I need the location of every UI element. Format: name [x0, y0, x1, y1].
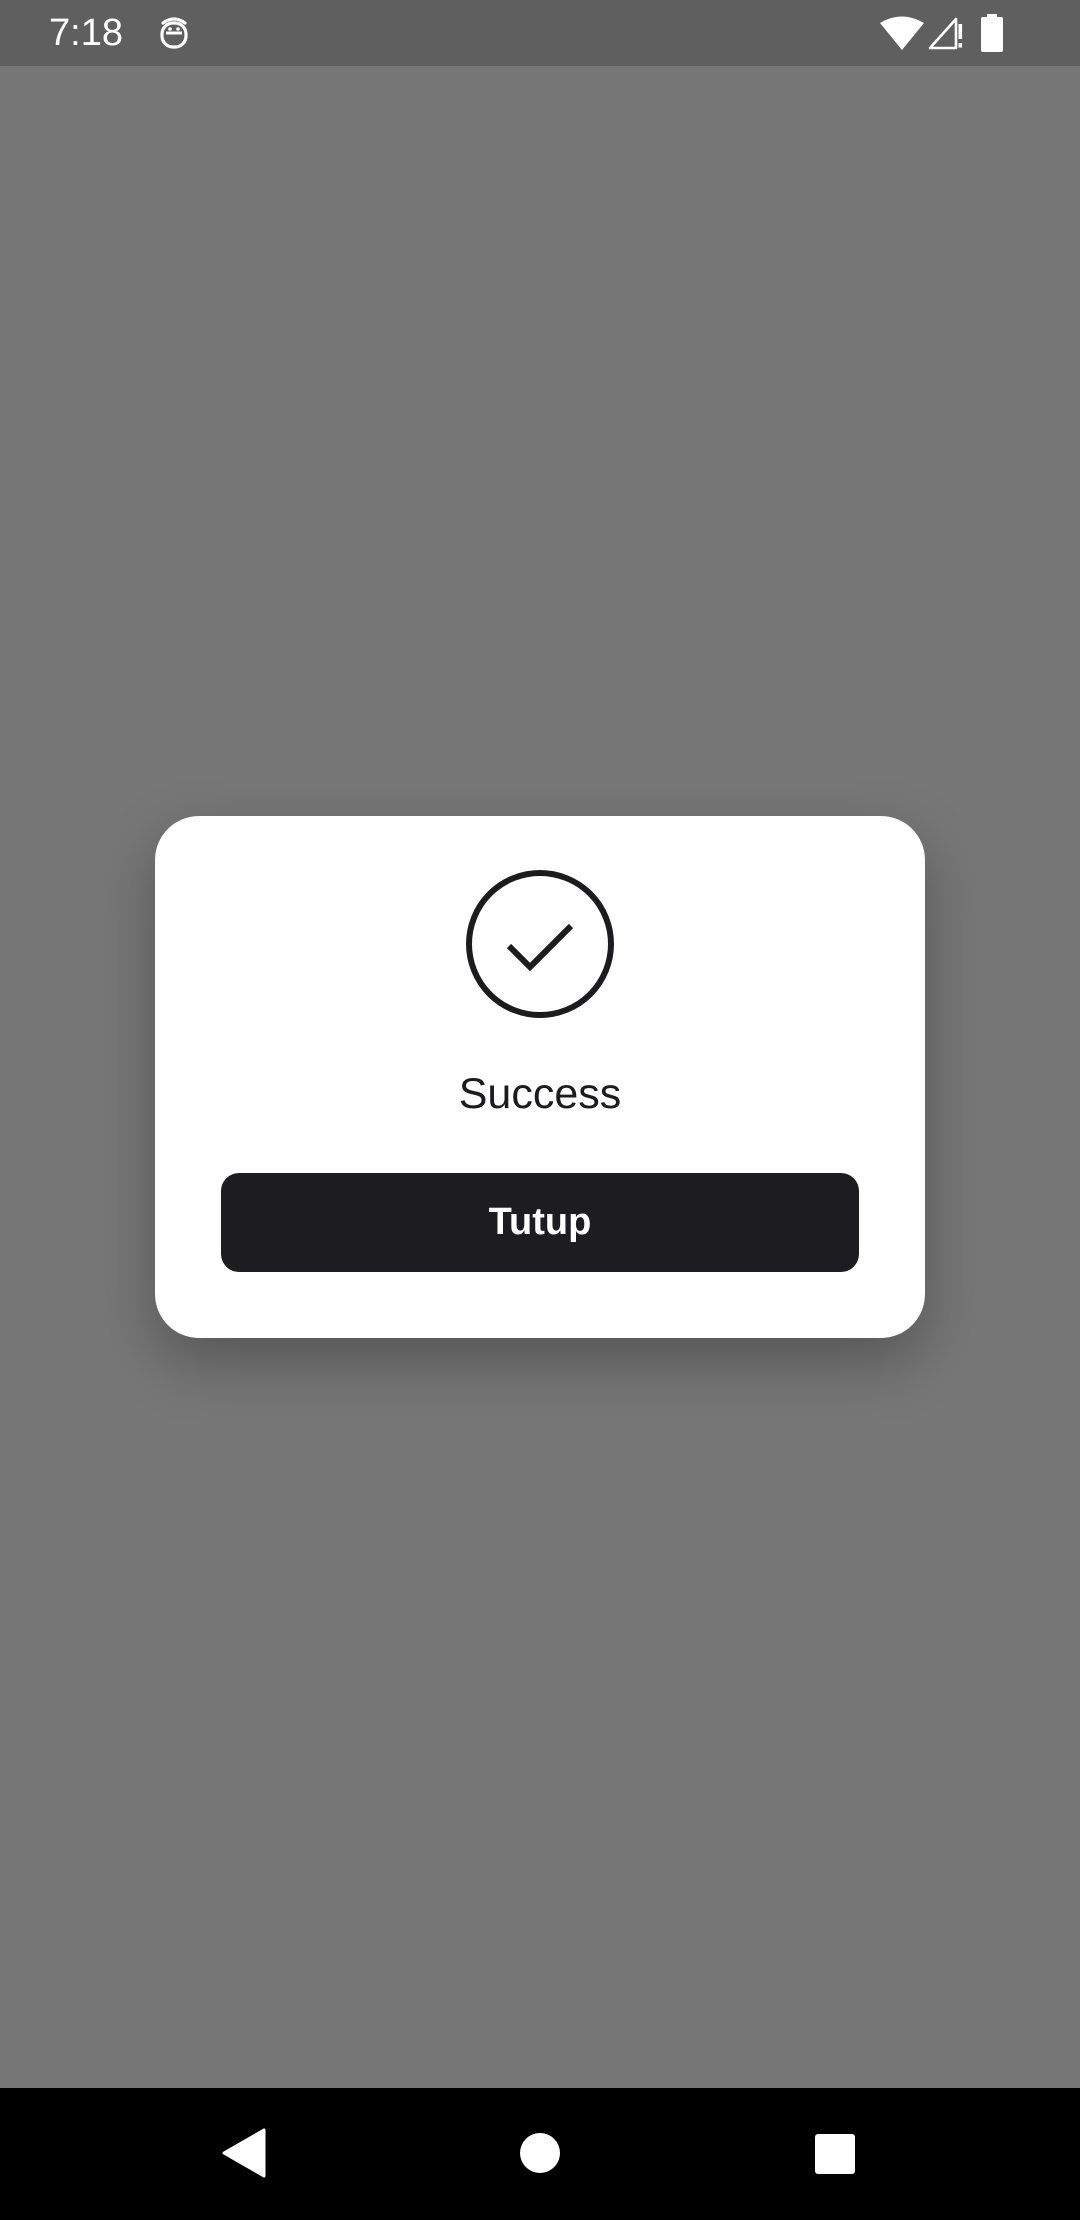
battery-icon	[981, 14, 1003, 52]
app-notification-icon	[160, 17, 188, 49]
check-circle-icon	[466, 870, 614, 1018]
close-button[interactable]: Tutup	[221, 1173, 859, 1272]
recents-icon[interactable]	[814, 2133, 856, 2175]
status-time: 7:18	[49, 12, 123, 54]
navigation-bar	[0, 2088, 1080, 2220]
home-icon[interactable]	[519, 2132, 561, 2174]
wifi-icon	[880, 16, 924, 50]
dialog-message: Success	[458, 1070, 622, 1118]
signal-icon	[928, 17, 963, 50]
screen: 7:18 Success Tutup	[0, 0, 1080, 2220]
back-icon[interactable]	[222, 2128, 266, 2178]
status-bar: 7:18	[0, 0, 1080, 66]
success-dialog: Success Tutup	[155, 816, 925, 1338]
